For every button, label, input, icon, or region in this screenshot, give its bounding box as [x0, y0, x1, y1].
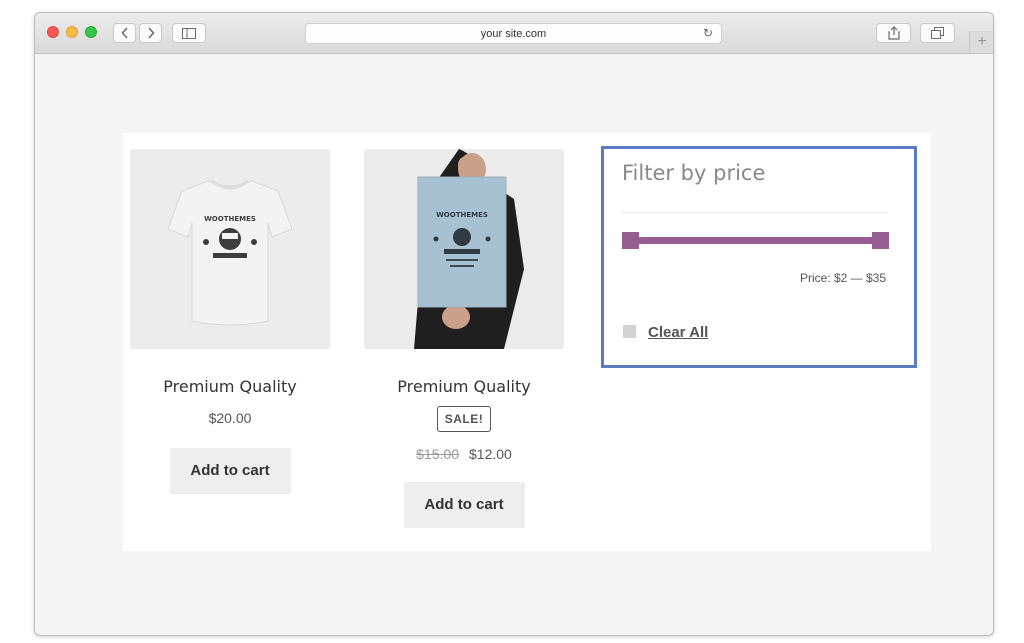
original-price: $15.00	[416, 446, 459, 462]
back-button[interactable]	[113, 23, 136, 43]
tabs-overview-button[interactable]	[920, 23, 955, 43]
clear-all-link[interactable]: Clear All	[648, 324, 708, 341]
add-to-cart-button[interactable]: Add to cart	[169, 448, 291, 494]
sidebar-icon	[182, 27, 196, 39]
shop-page: WOOTHEMES Premium Quality $20.00 Add to …	[123, 133, 931, 551]
share-button[interactable]	[876, 23, 911, 43]
share-icon	[887, 26, 900, 40]
product-price-row: $15.00 $12.00	[364, 446, 564, 462]
browser-toolbar: your site.com ↻	[35, 13, 993, 54]
zoom-window-button[interactable]	[85, 26, 97, 38]
address-bar[interactable]: your site.com ↻	[305, 23, 722, 44]
plus-icon: +	[977, 33, 987, 50]
product-image[interactable]: WOOTHEMES	[364, 149, 564, 349]
poster-print-text: WOOTHEMES	[436, 211, 488, 219]
sale-badge: SALE!	[436, 406, 492, 432]
price-range-label: Price: $2 — $35	[799, 271, 886, 285]
forward-button[interactable]	[139, 23, 162, 43]
widget-title: Filter by price	[622, 161, 766, 185]
price-max-handle[interactable]	[872, 232, 889, 249]
poster-image: WOOTHEMES	[414, 149, 524, 349]
sale-price: $12.00	[469, 446, 512, 462]
product-image[interactable]: WOOTHEMES	[130, 149, 330, 349]
tshirt-image: WOOTHEMES	[168, 179, 292, 326]
divider	[622, 212, 888, 213]
add-to-cart-button[interactable]: Add to cart	[403, 482, 525, 528]
shirt-print-text: WOOTHEMES	[204, 215, 256, 223]
tabs-icon	[931, 27, 944, 39]
product-title[interactable]: Premium Quality	[130, 377, 330, 396]
price-filter-widget: Filter by price Price: $2 — $35 Clear Al…	[601, 146, 917, 368]
product-card: WOOTHEMES Premium Quality SALE! $15.00 $1…	[364, 149, 564, 528]
close-window-button[interactable]	[47, 26, 59, 38]
product-card: WOOTHEMES Premium Quality $20.00 Add to …	[130, 149, 330, 494]
sidebar-toggle-button[interactable]	[172, 23, 206, 43]
minimize-window-button[interactable]	[66, 26, 78, 38]
chevron-right-icon	[147, 27, 155, 39]
price-range-slider[interactable]	[629, 237, 881, 244]
price-min-handle[interactable]	[622, 232, 639, 249]
url-text: your site.com	[480, 27, 547, 40]
chevron-left-icon	[120, 27, 128, 39]
browser-window: your site.com ↻ + WOOTHEMES Premium Qual…	[34, 12, 994, 636]
product-title[interactable]: Premium Quality	[364, 377, 564, 396]
reload-icon[interactable]: ↻	[703, 26, 713, 40]
product-price: $20.00	[208, 410, 252, 426]
new-tab-button[interactable]: +	[969, 31, 993, 53]
clear-all-checkbox[interactable]	[623, 325, 636, 338]
